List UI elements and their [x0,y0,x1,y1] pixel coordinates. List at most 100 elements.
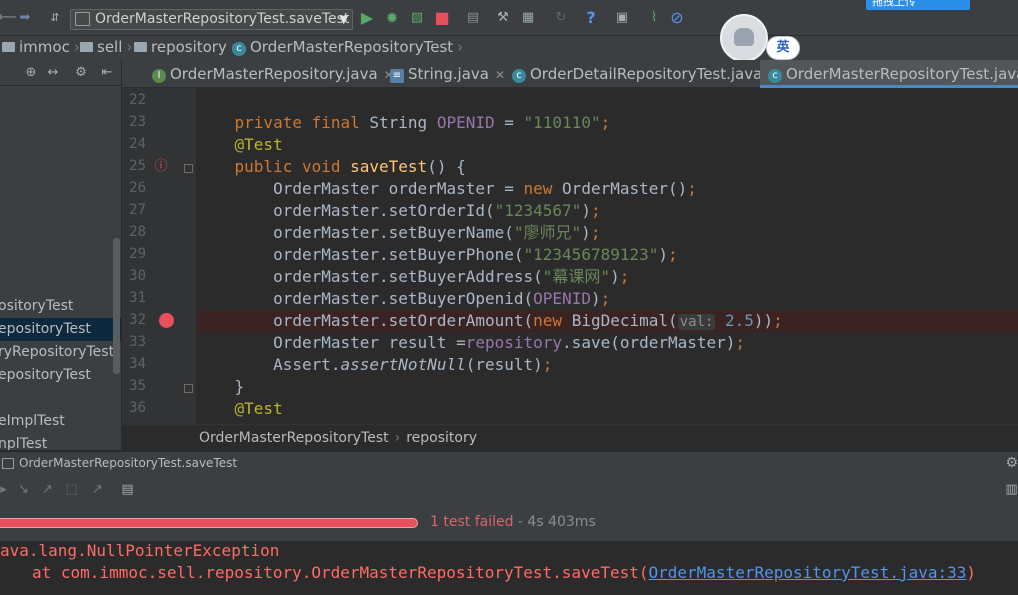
test-status: 1 test failed - 4s 403ms [430,514,596,530]
forward-arrow-icon[interactable]: ➡ [16,9,34,27]
line-number: 26 [129,180,146,196]
run-toolbar: ▸ ↘ ↗ ⬚ ↗ ▤ ▥ [0,475,1018,505]
coverage-icon[interactable]: ▧ [408,9,426,27]
collapse-icon[interactable]: ↔ [44,64,62,82]
chevron-right-icon: › [457,38,464,56]
sidebar-scrollbar[interactable] [113,238,120,374]
editor-tabs: I OrderMasterRepository.java ✕ ≡ String.jav… [122,60,1018,88]
tab-order-master-repository[interactable]: I OrderMasterRepository.java ✕ [152,60,394,88]
line-number: 28 [129,224,146,240]
line-number: 30 [129,268,146,284]
run-config-select[interactable]: OrderMasterRepositoryTest.saveTest ▼ [70,9,353,30]
run-test-icon[interactable]: ⓘ [152,158,170,176]
sync-icon[interactable]: ↻ [552,9,570,27]
history-icon[interactable]: ▤ [120,482,135,497]
editor-breadcrumb-field[interactable]: repository [406,430,477,446]
sort-icon[interactable]: ⇵ [46,9,64,27]
avatar[interactable] [720,14,768,62]
fold-marker-icon[interactable] [184,384,193,393]
tab-order-master-repository-test[interactable]: cOrderMasterRepositoryTest.java✕ [760,60,1018,88]
sidebar-item[interactable]: ositoryTest [0,295,121,318]
gear-icon[interactable]: ⚙ [72,64,90,82]
run-config-icon [2,458,14,469]
line-number: 25 [129,158,146,174]
layout-icon[interactable]: ▥ [1004,482,1018,497]
fold-marker-icon[interactable] [184,164,193,173]
editor-breadcrumb-class[interactable]: OrderMasterRepositoryTest [199,430,389,446]
console-line: at com.immoc.sell.repository.OrderMaster… [32,563,977,582]
code-line: OrderMaster orderMaster = new OrderMaste… [273,179,697,198]
run-config-icon [75,12,90,26]
sidebar-item[interactable]: nplTest [0,433,121,450]
locate-icon[interactable]: ⊕ [22,64,40,82]
hide-icon[interactable]: ⇤ [98,64,116,82]
sdk-icon[interactable]: ▤ [464,9,482,27]
block-icon[interactable]: ⊘ [668,9,686,27]
folder-icon [134,42,147,52]
sidebar-item[interactable]: epositoryTest [0,364,121,387]
profiler-icon[interactable]: ⌇ [645,9,663,27]
code-line: orderMaster.setOrderId("1234567"); [273,201,601,220]
breadcrumb-item-repository[interactable]: repository› [134,38,237,56]
export-icon[interactable]: ↗ [90,482,105,497]
code-line: } [234,377,245,396]
sidebar-item[interactable]: eImplTest [0,410,121,433]
line-number: 29 [129,246,146,262]
sort-duration-icon[interactable]: ↗ [40,482,55,497]
editor-breadcrumb: OrderMasterRepositoryTest › repository [122,424,1018,451]
project-sidebar: ⊕ ↔ ⚙ ⇤ ositoryTest epositoryTest ryRepo… [0,60,122,450]
breadcrumb-item-class[interactable]: c OrderMasterRepositoryTest › [232,38,463,56]
console-output[interactable]: ava.lang.NullPointerException at com.imm… [0,541,1018,595]
ime-indicator[interactable]: 英 [766,36,800,60]
breadcrumb-item-sell[interactable]: sell › [80,38,132,56]
sort-alpha-icon[interactable]: ↘ [16,482,31,497]
breakpoint-icon[interactable] [159,313,174,328]
editor-gutter: 22 23 24 25 26 27 28 29 30 31 32 33 34 3… [122,88,196,424]
code-editor[interactable]: private final String OPENID = "110110"; … [196,88,1018,424]
sidebar-header: ⊕ ↔ ⚙ ⇤ [0,60,121,86]
parameter-hint: val: [677,314,716,330]
project-structure-icon[interactable]: ▦ [519,9,537,27]
run-icon[interactable]: ▶ [358,9,376,27]
vcs-icon[interactable]: ▣ [613,9,631,27]
run-config-label: OrderMasterRepositoryTest.saveTest [95,11,350,27]
line-number: 23 [129,114,146,130]
gear-icon[interactable]: ⚙ [1005,452,1018,474]
upload-button[interactable]: 拖拽上传 [866,0,970,10]
folder-icon [2,42,15,52]
help-icon[interactable]: ? [582,9,600,27]
back-arrow-icon[interactable]: ⟵ [0,9,17,27]
tab-order-detail-repository-test[interactable]: cOrderDetailRepositoryTest.java✕ [512,60,778,88]
chevron-right-icon: › [73,38,80,56]
debug-icon[interactable]: ✹ [383,9,401,27]
line-number: 32 [129,312,146,328]
sidebar-item[interactable]: ryRepositoryTest [0,341,121,364]
run-panel-title: OrderMasterRepositoryTest.saveTest [19,456,238,470]
code-line: OrderMaster result =repository.save(orde… [273,333,746,352]
run-panel-header: OrderMasterRepositoryTest.saveTest ⚙ [0,451,1018,475]
stacktrace-link[interactable]: OrderMasterRepositoryTest.java:33 [649,563,967,582]
dropdown-icon: ▼ [339,13,348,26]
import-icon[interactable]: ⬚ [64,482,79,497]
main-toolbar: ⟵ ➡ ⇵ OrderMasterRepositoryTest.saveTest… [0,0,1018,36]
test-progress-bar [0,518,418,528]
tab-string[interactable]: ≡ String.java ✕ [390,60,505,88]
code-line: Assert.assertNotNull(result); [273,355,553,374]
line-number: 35 [129,378,146,394]
folder-icon [80,42,93,52]
line-number: 31 [129,290,146,306]
rerun-icon[interactable]: ▸ [0,482,11,497]
line-number: 27 [129,202,146,218]
line-number: 22 [129,92,146,108]
code-line: orderMaster.setBuyerPhone("123456789123"… [273,245,678,264]
stop-icon[interactable]: ■ [433,9,451,27]
chevron-right-icon: › [394,430,401,446]
settings-icon[interactable]: ⚒ [494,9,512,27]
sidebar-item[interactable]: epositoryTest [0,318,121,341]
code-line: private final String OPENID = "110110"; [234,113,611,132]
code-line: orderMaster.setBuyerAddress("幕课网"); [273,267,630,286]
mascot-icon [734,28,754,46]
breadcrumb-item-immoc[interactable]: immoc › [2,38,80,56]
line-number: 36 [129,400,146,416]
close-icon[interactable]: ✕ [495,68,505,82]
